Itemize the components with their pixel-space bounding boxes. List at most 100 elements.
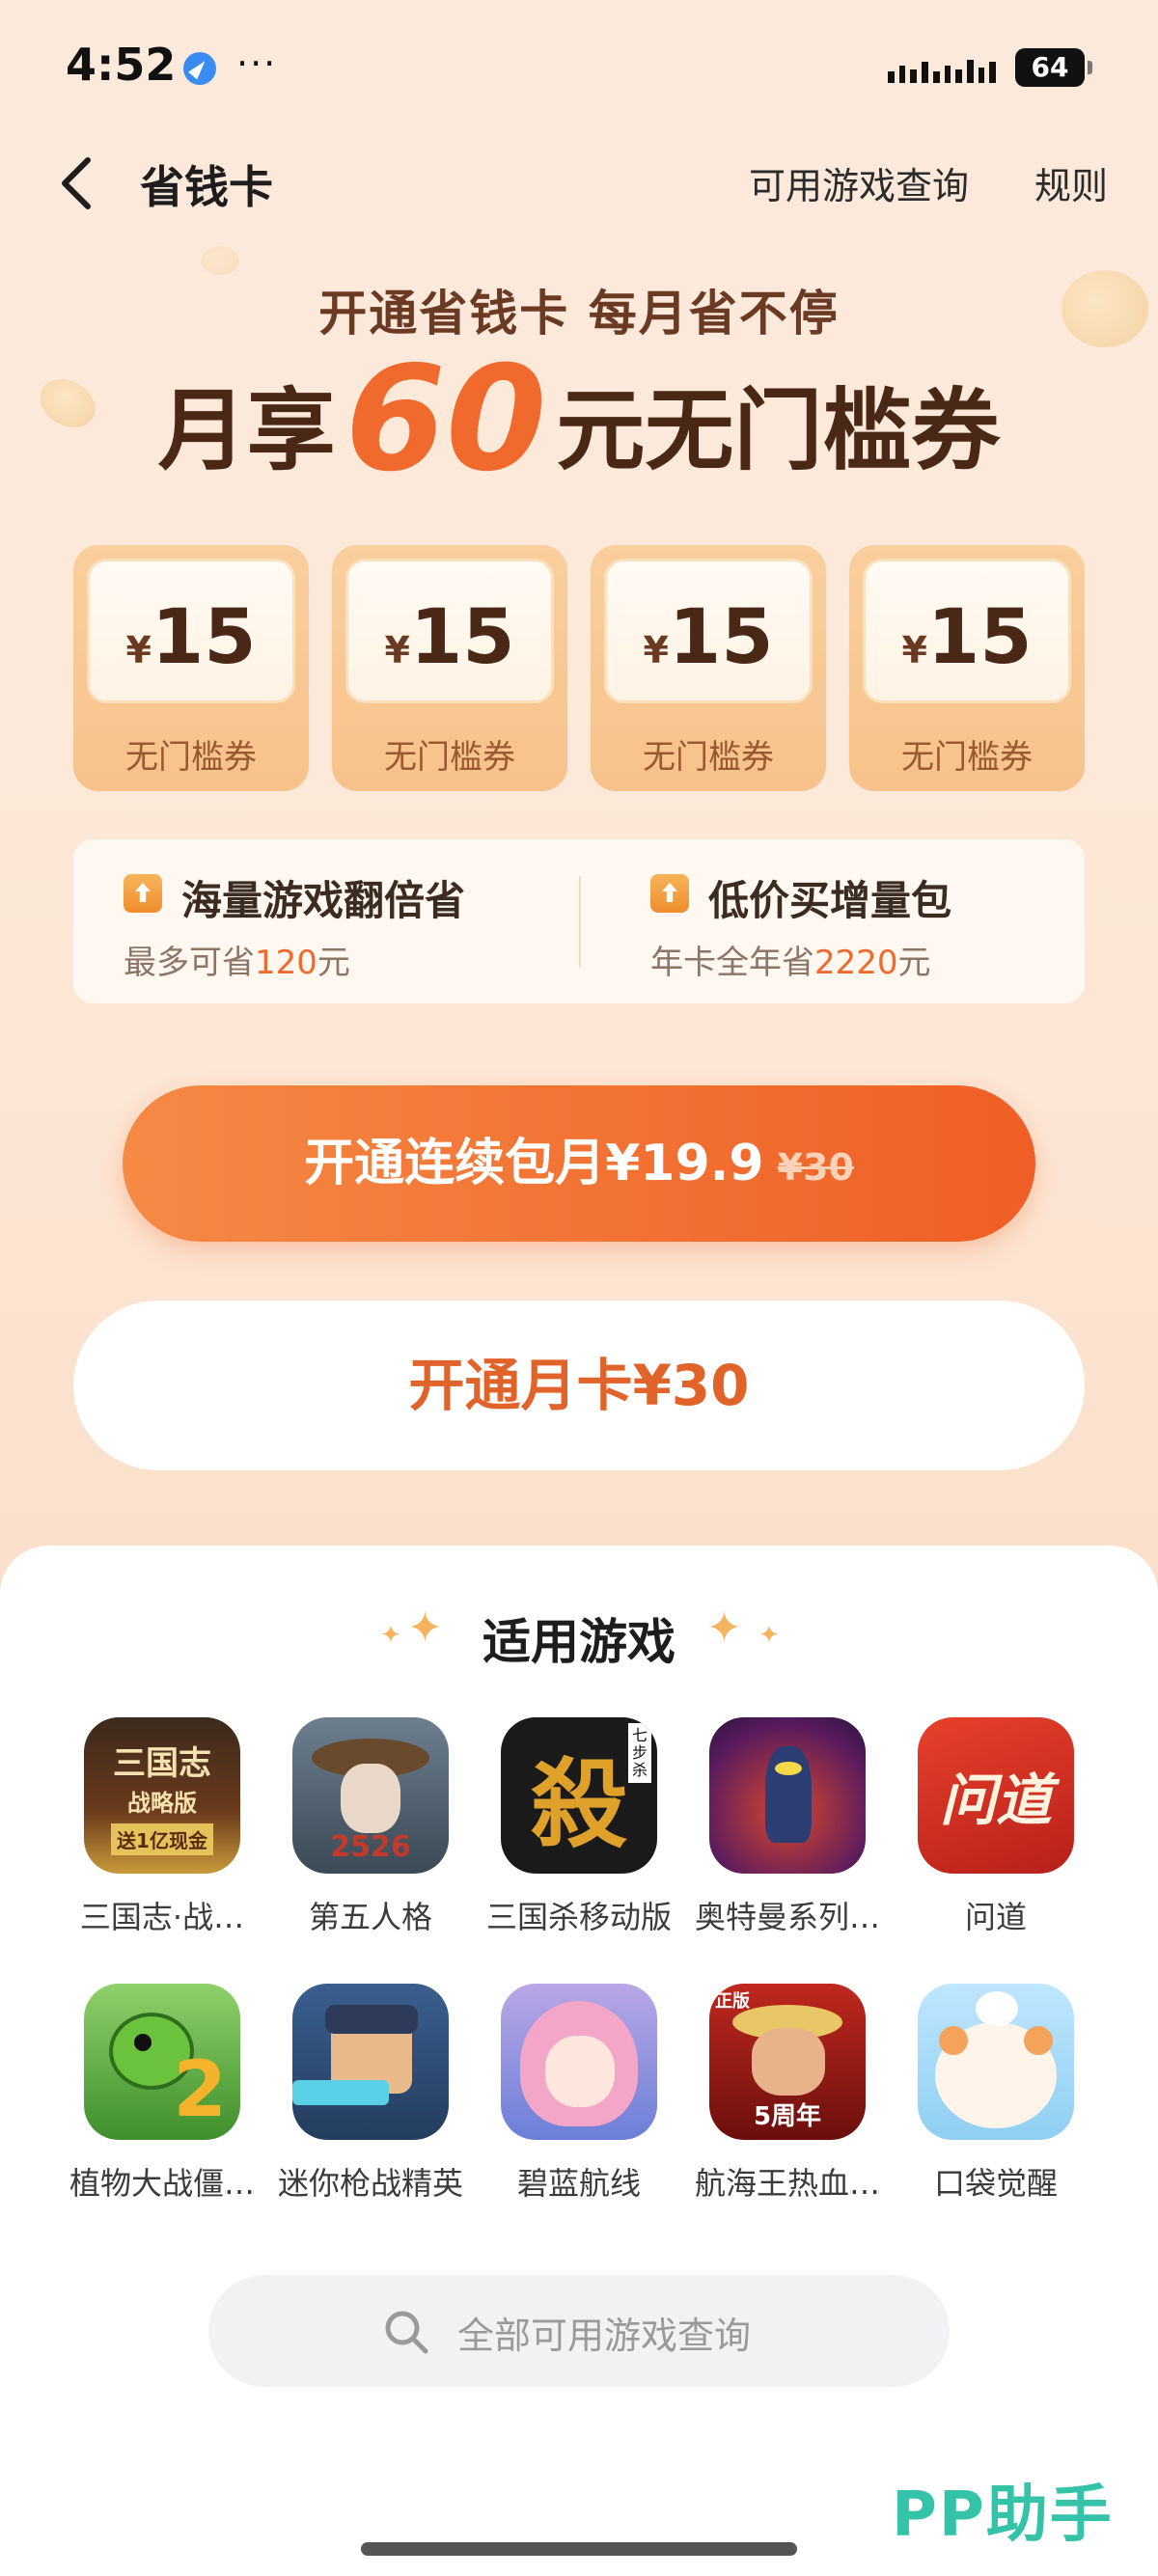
game-item[interactable]: 碧蓝航线 bbox=[475, 1984, 683, 2204]
monthly-card-button[interactable]: 开通月卡¥30 bbox=[73, 1301, 1085, 1470]
nav-bar: 省钱卡 可用游戏查询 规则 bbox=[0, 135, 1158, 227]
coupon-value: 15 bbox=[409, 594, 515, 681]
pocket-awaken-icon bbox=[918, 1984, 1074, 2140]
arrow-up-icon bbox=[124, 874, 162, 913]
coupon-value: 15 bbox=[668, 594, 774, 681]
coupon-currency: ¥ bbox=[643, 629, 669, 671]
benefit-desc: 年卡全年省2220元 bbox=[650, 936, 931, 983]
sanguozhi-logo-banner: 送1亿现金 bbox=[111, 1822, 213, 1855]
benefit-desc-prefix: 年卡全年省 bbox=[650, 944, 814, 982]
coupon-label: 无门槛券 bbox=[384, 738, 515, 777]
identity-v-number: 2526 bbox=[330, 1830, 411, 1864]
battery-icon: 64 bbox=[1015, 48, 1092, 87]
benefit-title: 低价买增量包 bbox=[708, 877, 952, 924]
coupon-yen-icon bbox=[650, 874, 689, 913]
sanguozhi-logo-sub: 战略版 bbox=[127, 1789, 197, 1817]
coupon-list: ¥15 无门槛券 ¥15 无门槛券 ¥15 无门槛券 ¥15 无门槛券 bbox=[73, 545, 1085, 791]
benefit-desc-suffix: 元 bbox=[317, 944, 350, 982]
home-indicator bbox=[361, 2542, 797, 2556]
wendao-icon: 问道 bbox=[918, 1717, 1074, 1874]
sanguosha-icon: 殺 七步杀 bbox=[501, 1717, 657, 1874]
pocket-awaken-bird bbox=[976, 1991, 1018, 2026]
rules-link[interactable]: 规则 bbox=[1034, 156, 1108, 209]
benefit-desc-highlight: 120 bbox=[255, 944, 317, 982]
coin-decoration bbox=[201, 246, 239, 275]
sanguozhi-logo: 三国志 战略版 送1亿现金 bbox=[84, 1717, 240, 1874]
benefit-desc-highlight: 2220 bbox=[814, 944, 898, 982]
ultraman-eye bbox=[775, 1762, 802, 1775]
coupon-face: ¥15 bbox=[87, 559, 295, 703]
sparkle-icon: ✦ bbox=[706, 1603, 742, 1653]
search-icon bbox=[385, 2311, 428, 2354]
benefit-desc-prefix: 最多可省 bbox=[124, 944, 255, 982]
hero-prefix: 月享 bbox=[157, 379, 336, 482]
divider bbox=[579, 876, 581, 968]
coupon-face: ¥15 bbox=[604, 559, 813, 703]
subscribe-monthly-label: 开通连续包月¥19.9 bbox=[304, 1135, 764, 1192]
game-name: 问道 bbox=[964, 1899, 1027, 1935]
game-name: 三国志·战… bbox=[79, 1899, 245, 1935]
benefit-desc-suffix: 元 bbox=[897, 944, 931, 982]
coupon-label: 无门槛券 bbox=[125, 738, 257, 777]
sparkle-icon: ✦ bbox=[758, 1621, 780, 1650]
azur-lane-face bbox=[545, 2036, 615, 2107]
azur-lane-icon bbox=[501, 1984, 657, 2140]
pvz-icon: 2 bbox=[84, 1984, 240, 2140]
game-name: 碧蓝航线 bbox=[516, 2165, 641, 2202]
back-arrow-icon[interactable] bbox=[53, 154, 101, 212]
coupon-value: 15 bbox=[926, 594, 1033, 681]
pvz-number: 2 bbox=[173, 2044, 227, 2134]
benefit-title: 海量游戏翻倍省 bbox=[181, 877, 466, 924]
page-title: 省钱卡 bbox=[140, 161, 273, 213]
safari-compass-icon bbox=[183, 52, 216, 85]
hero-suffix: 元无门槛券 bbox=[556, 379, 1001, 482]
benefit-desc: 最多可省120元 bbox=[124, 936, 350, 983]
one-piece-icon: 正版 5周年 bbox=[709, 1984, 866, 2140]
coupon-card: ¥15 无门槛券 bbox=[332, 545, 567, 791]
coupon-currency: ¥ bbox=[384, 629, 410, 671]
coupon-face: ¥15 bbox=[863, 559, 1071, 703]
game-name: 奥特曼系列… bbox=[694, 1899, 880, 1935]
game-item[interactable]: 正版 5周年 航海王热血… bbox=[683, 1984, 892, 2204]
coupon-label: 无门槛券 bbox=[901, 738, 1033, 777]
coupon-currency: ¥ bbox=[901, 629, 927, 671]
coupon-currency: ¥ bbox=[125, 629, 152, 671]
wendao-chars: 问道 bbox=[939, 1768, 1052, 1833]
game-name: 航海王热血… bbox=[694, 2165, 880, 2202]
coupon-card: ¥15 无门槛券 bbox=[849, 545, 1085, 791]
hero-subtitle: 开通省钱卡 每月省不停 bbox=[318, 286, 840, 342]
game-item[interactable]: 奥特曼系列… bbox=[683, 1717, 892, 1937]
status-time: 4:52 bbox=[66, 39, 177, 91]
ultraman-figure bbox=[765, 1746, 812, 1843]
coupon-face: ¥15 bbox=[345, 559, 554, 703]
game-item[interactable]: 三国志 战略版 送1亿现金 三国志·战… bbox=[58, 1717, 266, 1937]
game-name: 迷你枪战精英 bbox=[277, 2165, 463, 2202]
identity-v-icon: 2526 bbox=[292, 1717, 449, 1874]
sanguozhi-logo-text: 三国志 bbox=[113, 1743, 211, 1783]
coupon-card: ¥15 无门槛券 bbox=[591, 545, 826, 791]
all-games-search-bar[interactable]: 全部可用游戏查询 bbox=[208, 2275, 950, 2387]
games-title-wrap: 适用游戏 bbox=[0, 1603, 1158, 1673]
sanguozhi-icon: 三国志 战略版 送1亿现金 bbox=[84, 1717, 240, 1874]
signal-icon bbox=[888, 54, 997, 83]
coupon-value: 15 bbox=[151, 594, 257, 681]
hero-amount: 60 bbox=[345, 336, 547, 504]
coupon-label: 无门槛券 bbox=[643, 738, 774, 777]
game-item[interactable]: 殺 七步杀 三国杀移动版 bbox=[475, 1717, 683, 1937]
available-games-query-link[interactable]: 可用游戏查询 bbox=[749, 156, 969, 209]
benefits-panel: 海量游戏翻倍省 最多可省120元 低价买增量包 年卡全年省2220元 bbox=[73, 839, 1085, 1003]
pocket-awaken-ear bbox=[1024, 2026, 1053, 2055]
subscribe-monthly-button[interactable]: 开通连续包月¥19.9 ¥30 bbox=[123, 1085, 1035, 1242]
game-item[interactable]: 问道 问道 bbox=[892, 1717, 1100, 1937]
status-bar: 4:52 ··· 64 bbox=[0, 0, 1158, 135]
status-dots: ··· bbox=[236, 42, 278, 85]
mini-gun-cap bbox=[325, 2005, 418, 2034]
game-item[interactable]: 口袋觉醒 bbox=[892, 1984, 1100, 2204]
game-name: 三国杀移动版 bbox=[485, 1899, 672, 1935]
hero-headline: 月享60 元无门槛券 bbox=[0, 347, 1158, 499]
game-item[interactable]: 2 植物大战僵… bbox=[58, 1984, 266, 2204]
mini-gun-weapon bbox=[292, 2080, 389, 2105]
game-item[interactable]: 迷你枪战精英 bbox=[266, 1984, 475, 2204]
game-name: 第五人格 bbox=[308, 1899, 432, 1935]
game-item[interactable]: 2526 第五人格 bbox=[266, 1717, 475, 1937]
